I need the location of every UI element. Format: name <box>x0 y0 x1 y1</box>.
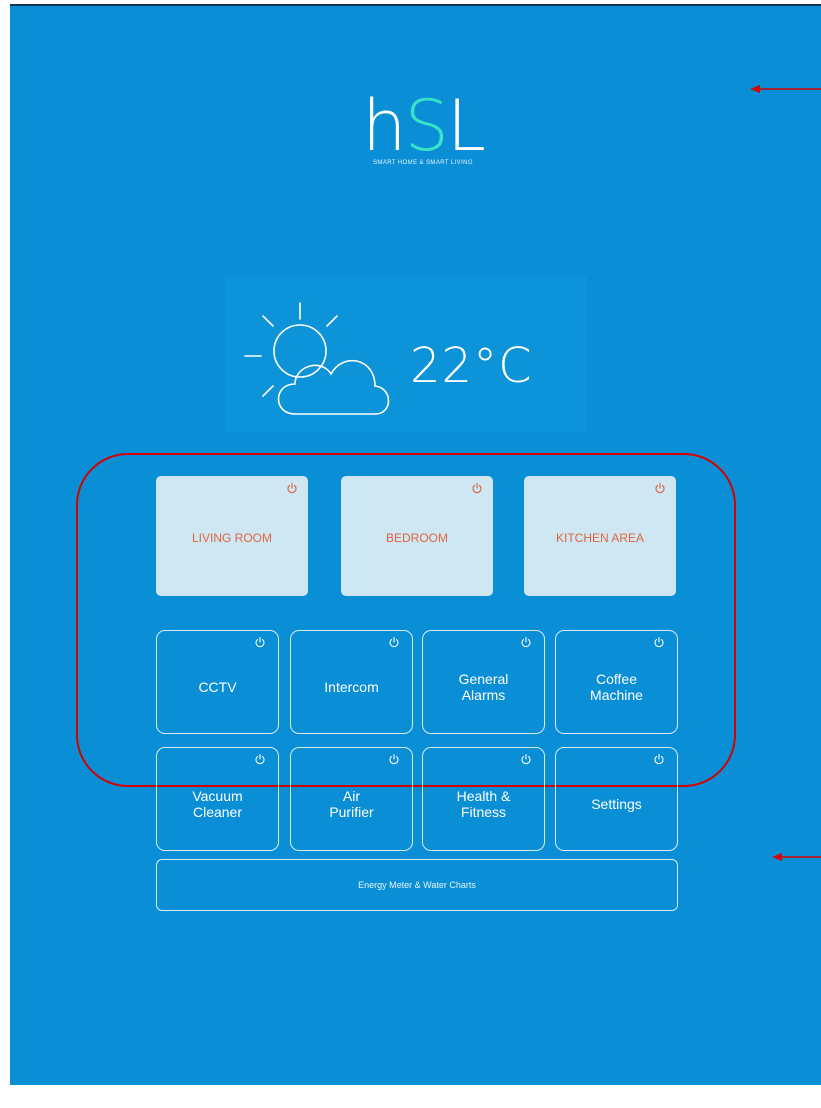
device-tile-settings[interactable]: Settings <box>555 747 678 851</box>
room-tile-bedroom[interactable]: BEDROOM <box>341 476 493 596</box>
device-label: Coffee Machine <box>590 671 643 703</box>
device-tile-vacuum-cleaner[interactable]: Vacuum Cleaner <box>156 747 279 851</box>
power-icon[interactable] <box>653 636 665 648</box>
power-icon[interactable] <box>254 753 266 765</box>
partly-cloudy-icon <box>244 302 390 415</box>
device-label: Vacuum Cleaner <box>192 788 243 820</box>
device-label: General Alarms <box>458 671 509 703</box>
room-label: KITCHEN AREA <box>555 531 645 545</box>
weather-widget: 22°C <box>225 276 587 432</box>
power-icon[interactable] <box>653 753 665 765</box>
device-tile-intercom[interactable]: Intercom <box>290 630 413 734</box>
power-icon[interactable] <box>520 753 532 765</box>
power-icon[interactable] <box>286 482 298 494</box>
temperature-readout: 22°C <box>410 338 533 394</box>
device-label: Air Purifier <box>329 788 374 820</box>
annotation-arrow-bottom <box>772 853 821 861</box>
device-tile-health-fitness[interactable]: Health & Fitness <box>422 747 545 851</box>
device-tile-coffee-machine[interactable]: Coffee Machine <box>555 630 678 734</box>
power-icon[interactable] <box>254 636 266 648</box>
room-label: LIVING ROOM <box>191 531 272 545</box>
logo-mark: hSL <box>362 85 486 167</box>
energy-meter-button[interactable]: Energy Meter & Water Charts <box>156 859 678 911</box>
device-label: Intercom <box>324 679 379 695</box>
power-icon[interactable] <box>388 636 400 648</box>
room-tile-kitchen-area[interactable]: KITCHEN AREA <box>524 476 676 596</box>
power-icon[interactable] <box>471 482 483 494</box>
hsl-logo: hSL SMART HOME & SMART LIVING <box>348 90 498 166</box>
device-tile-cctv[interactable]: CCTV <box>156 630 279 734</box>
device-tile-air-purifier[interactable]: Air Purifier <box>290 747 413 851</box>
device-label: Health & Fitness <box>456 788 511 820</box>
power-icon[interactable] <box>388 753 400 765</box>
app-screen: hSL SMART HOME & SMART LIVING 22°C LIVIN… <box>10 4 821 1085</box>
device-label: CCTV <box>198 679 237 695</box>
device-label: Settings <box>591 796 642 812</box>
room-label: BEDROOM <box>385 531 448 545</box>
device-tile-general-alarms[interactable]: General Alarms <box>422 630 545 734</box>
room-tile-living-room[interactable]: LIVING ROOM <box>156 476 308 596</box>
annotation-arrow-top <box>750 85 821 93</box>
power-icon[interactable] <box>520 636 532 648</box>
power-icon[interactable] <box>654 482 666 494</box>
energy-label: Energy Meter & Water Charts <box>358 880 476 890</box>
